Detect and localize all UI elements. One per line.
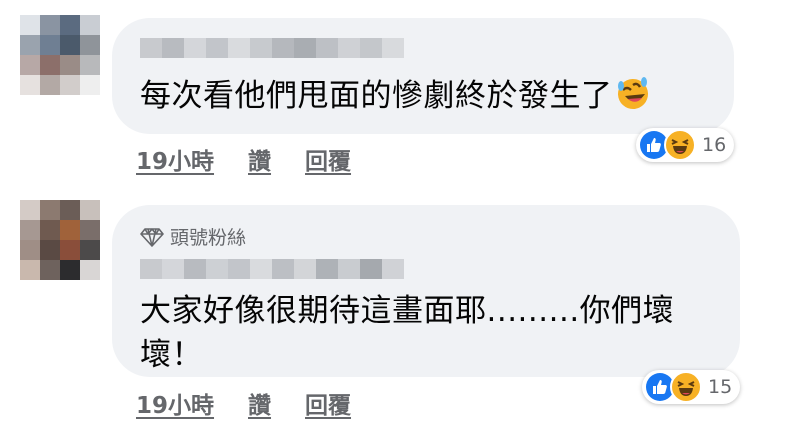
comment-actions: 19小時 讚 回覆 [136, 142, 351, 176]
comment-bubble: 每次看他們甩面的慘劇終於發生了 [112, 18, 734, 134]
comment-text: 每次看他們甩面的慘劇終於發生了 [140, 74, 651, 124]
reaction-summary[interactable]: 16 [636, 128, 735, 162]
commenter-name[interactable] [140, 38, 404, 58]
reaction-summary[interactable]: 15 [642, 370, 741, 404]
reply-button[interactable]: 回覆 [305, 386, 351, 420]
comment-text-line: 壞！ [140, 337, 203, 373]
badge-label: 頭號粉絲 [170, 227, 247, 249]
comment-text-line: 每次看他們甩面的慘劇終於發生了 [140, 78, 613, 114]
reply-button[interactable]: 回覆 [305, 142, 351, 176]
like-button[interactable]: 讚 [248, 386, 271, 420]
avatar[interactable] [20, 15, 100, 95]
haha-icon [670, 371, 702, 403]
comment-bubble: 頭號粉絲 大家好像很期待這畫面耶.........你們壞 壞！ [112, 205, 740, 377]
comment-actions: 19小時 讚 回覆 [136, 386, 351, 420]
reaction-count: 16 [702, 134, 727, 156]
like-button[interactable]: 讚 [248, 142, 271, 176]
comment-text: 大家好像很期待這畫面耶.........你們壞 壞！ [140, 289, 674, 377]
commenter-name[interactable] [140, 259, 404, 279]
comment-timestamp-link[interactable]: 19小時 [136, 142, 214, 176]
haha-icon [664, 129, 696, 161]
avatar[interactable] [20, 200, 100, 280]
comment-timestamp-link[interactable]: 19小時 [136, 386, 214, 420]
reaction-count: 15 [708, 376, 733, 398]
diamond-icon [140, 227, 164, 247]
comment-text-line: 大家好像很期待這畫面耶.........你們壞 [140, 293, 675, 329]
top-fan-badge: 頭號粉絲 [140, 223, 246, 250]
rofl-emoji-icon [615, 76, 651, 124]
